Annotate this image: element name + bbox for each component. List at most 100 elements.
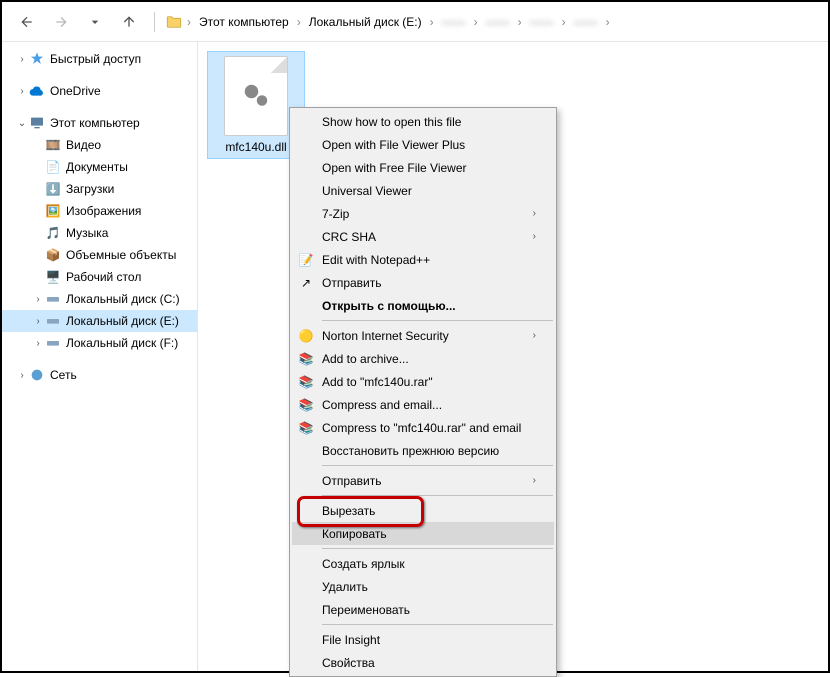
nav-label: Изображения [66,204,141,218]
ctx-universal-viewer[interactable]: Universal Viewer [292,179,554,202]
nav-downloads[interactable]: ›⬇️Загрузки [2,178,197,200]
nav-this-pc[interactable]: ⌄ Этот компьютер [2,112,197,134]
file-name: mfc140u.dll [212,140,300,154]
ctx-rar-compress[interactable]: 📚Compress and email... [292,393,554,416]
nav-label: Быстрый доступ [50,52,141,66]
chevron-right-icon: › [562,15,566,29]
nav-drive-c[interactable]: ›Локальный диск (C:) [2,288,197,310]
video-icon: 🎞️ [44,137,62,153]
ctx-rar-add[interactable]: 📚Add to archive... [292,347,554,370]
chevron-right-icon: › [533,475,536,486]
crumb-hidden[interactable]: —— [568,11,604,33]
norton-icon: 🟡 [298,328,314,344]
network-icon [28,367,46,383]
crumb-pc[interactable]: Этот компьютер [193,11,295,33]
nav-drive-e[interactable]: ›Локальный диск (E:) [2,310,197,332]
nav-label: Документы [66,160,128,174]
ctx-open-fvp[interactable]: Open with File Viewer Plus [292,133,554,156]
desktop-icon: 🖥️ [44,269,62,285]
nav-label: Рабочий стол [66,270,141,284]
image-icon: 🖼️ [44,203,62,219]
ctx-crc-sha[interactable]: CRC SHA› [292,225,554,248]
ctx-copy[interactable]: Копировать [292,522,554,545]
chevron-right-icon: › [187,15,191,29]
chevron-down-icon: ⌄ [16,118,28,129]
chevron-right-icon: › [533,231,536,242]
music-icon: 🎵 [44,225,62,241]
ctx-notepadpp[interactable]: 📝Edit with Notepad++ [292,248,554,271]
nav-quick-access[interactable]: › Быстрый доступ [2,48,197,70]
nav-label: Локальный диск (C:) [66,292,180,306]
separator [322,495,553,496]
recent-dropdown[interactable] [80,8,110,36]
winrar-icon: 📚 [298,351,314,367]
chevron-right-icon: › [533,208,536,219]
separator [322,548,553,549]
context-menu[interactable]: Show how to open this file Open with Fil… [289,107,557,677]
crumb-hidden[interactable]: —— [436,11,472,33]
nav-onedrive[interactable]: › OneDrive [2,80,197,102]
ctx-7zip[interactable]: 7-Zip› [292,202,554,225]
ctx-delete[interactable]: Удалить [292,575,554,598]
nav-label: Сеть [50,368,77,382]
nav-label: OneDrive [50,84,101,98]
winrar-icon: 📚 [298,420,314,436]
ctx-show-open[interactable]: Show how to open this file [292,110,554,133]
nav-music[interactable]: ›🎵Музыка [2,222,197,244]
ctx-rar-add-name[interactable]: 📚Add to "mfc140u.rar" [292,370,554,393]
ctx-rar-compress-name[interactable]: 📚Compress to "mfc140u.rar" and email [292,416,554,439]
chevron-right-icon: › [518,15,522,29]
ctx-rename[interactable]: Переименовать [292,598,554,621]
address-bar: › Этот компьютер › Локальный диск (E:) ›… [2,2,828,42]
separator [322,624,553,625]
ctx-open-with[interactable]: Открыть с помощью... [292,294,554,317]
nav-documents[interactable]: ›📄Документы [2,156,197,178]
nav-network[interactable]: › Сеть [2,364,197,386]
breadcrumb[interactable]: › Этот компьютер › Локальный диск (E:) ›… [187,11,818,33]
forward-button[interactable] [46,8,76,36]
ctx-norton[interactable]: 🟡Norton Internet Security› [292,324,554,347]
back-button[interactable] [12,8,42,36]
nav-label: Загрузки [66,182,114,196]
nav-desktop[interactable]: ›🖥️Рабочий стол [2,266,197,288]
separator [322,320,553,321]
nav-3d-objects[interactable]: ›📦Объемные объекты [2,244,197,266]
chevron-right-icon: › [16,86,28,97]
pc-icon [28,115,46,131]
chevron-right-icon: › [474,15,478,29]
chevron-right-icon: › [16,54,28,65]
drive-icon [44,313,62,329]
nav-drive-f[interactable]: ›Локальный диск (F:) [2,332,197,354]
nav-pictures[interactable]: ›🖼️Изображения [2,200,197,222]
ctx-cut[interactable]: Вырезать [292,499,554,522]
file-icon [224,56,288,136]
nav-label: Музыка [66,226,108,240]
crumb-hidden[interactable]: —— [524,11,560,33]
nav-label: Локальный диск (E:) [66,314,179,328]
crumb-drive-e[interactable]: Локальный диск (E:) [303,11,428,33]
ctx-share[interactable]: ↗Отправить [292,271,554,294]
ctx-open-ffv[interactable]: Open with Free File Viewer [292,156,554,179]
crumb-hidden[interactable]: —— [480,11,516,33]
nav-videos[interactable]: ›🎞️Видео [2,134,197,156]
chevron-right-icon: › [430,15,434,29]
document-icon: 📄 [44,159,62,175]
navigation-pane[interactable]: › Быстрый доступ › OneDrive ⌄ Этот компь… [2,42,198,671]
notepad-icon: 📝 [298,252,314,268]
nav-label: Объемные объекты [66,248,176,262]
folder-icon [165,13,183,31]
up-button[interactable] [114,8,144,36]
nav-label: Локальный диск (F:) [66,336,178,350]
chevron-right-icon: › [606,15,610,29]
winrar-icon: 📚 [298,374,314,390]
share-icon: ↗ [298,275,314,291]
ctx-send-to[interactable]: Отправить› [292,469,554,492]
nav-label: Видео [66,138,101,152]
chevron-right-icon: › [533,330,536,341]
ctx-shortcut[interactable]: Создать ярлык [292,552,554,575]
download-icon: ⬇️ [44,181,62,197]
nav-label: Этот компьютер [50,116,140,130]
ctx-restore[interactable]: Восстановить прежнюю версию [292,439,554,462]
ctx-file-insight[interactable]: File Insight [292,628,554,651]
ctx-properties[interactable]: Свойства [292,651,554,674]
